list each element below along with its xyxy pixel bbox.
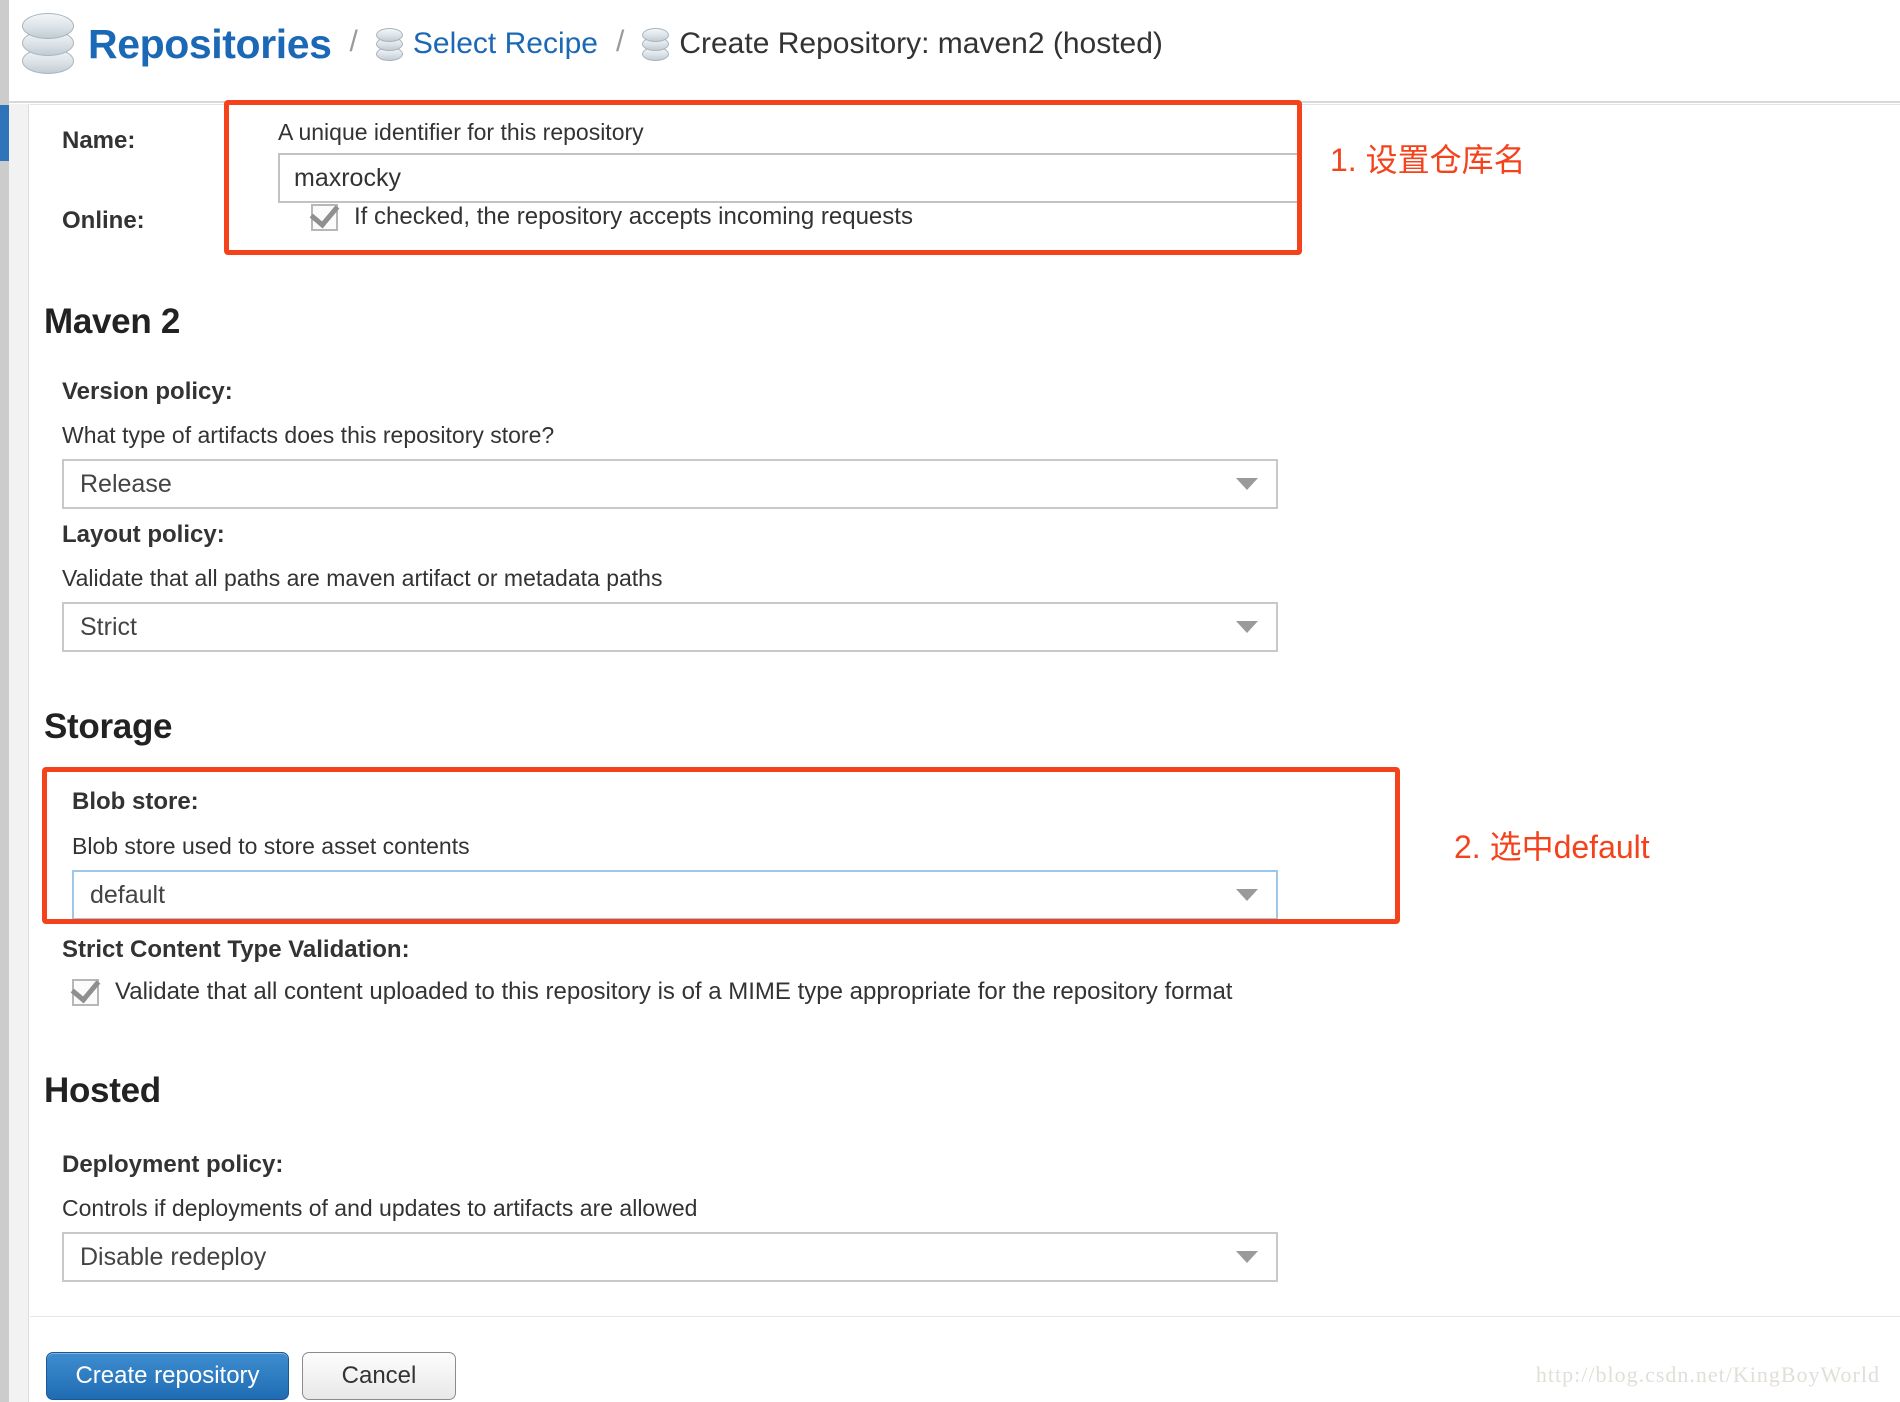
section-title-hosted: Hosted bbox=[44, 1071, 161, 1110]
strict-content-type-label: Strict Content Type Validation: bbox=[62, 936, 410, 963]
version-policy-value: Release bbox=[80, 469, 172, 498]
blob-store-value: default bbox=[90, 880, 166, 909]
online-row-label: Online: bbox=[62, 207, 145, 234]
breadcrumb-header: Repositories / Select Recipe / Create Re… bbox=[0, 0, 1900, 88]
layout-policy-label: Layout policy: bbox=[62, 521, 225, 548]
annotation-label-2: 2. 选中default bbox=[1454, 829, 1650, 865]
version-policy-label: Version policy: bbox=[62, 378, 233, 405]
watermark: http://blog.csdn.net/KingBoyWorld bbox=[1535, 1362, 1880, 1387]
breadcrumb-separator-1: / bbox=[349, 25, 358, 58]
breadcrumb-item-select-recipe[interactable]: Select Recipe bbox=[413, 27, 598, 61]
layout-policy-select[interactable]: Strict bbox=[62, 602, 1278, 652]
section-title-maven2: Maven 2 bbox=[44, 302, 181, 341]
app-screen: Repositories / Select Recipe / Create Re… bbox=[0, 0, 1900, 1402]
repository-form: Name: A unique identifier for this repos… bbox=[30, 105, 1900, 1402]
version-policy-help: What type of artifacts does this reposit… bbox=[62, 422, 555, 448]
breadcrumb: Repositories / Select Recipe / Create Re… bbox=[22, 13, 1163, 75]
check-icon bbox=[70, 972, 101, 1003]
chevron-down-icon bbox=[1236, 889, 1258, 901]
sidebar-strip bbox=[9, 104, 29, 1402]
blob-store-label: Blob store: bbox=[72, 788, 199, 815]
online-checkbox[interactable] bbox=[309, 197, 340, 231]
repository-name-input[interactable] bbox=[278, 153, 1302, 203]
page-scrollbar-track[interactable] bbox=[0, 0, 9, 1402]
deployment-policy-help: Controls if deployments of and updates t… bbox=[62, 1195, 698, 1221]
strict-content-type-checkbox-row[interactable]: Validate that all content uploaded to th… bbox=[70, 972, 1233, 1006]
footer-divider bbox=[30, 1316, 1900, 1317]
chevron-down-icon bbox=[1236, 621, 1258, 633]
database-icon bbox=[642, 27, 670, 61]
blob-store-select[interactable]: default bbox=[72, 870, 1278, 920]
database-icon bbox=[22, 13, 74, 75]
deployment-policy-value: Disable redeploy bbox=[80, 1242, 267, 1271]
page-scrollbar-thumb[interactable] bbox=[0, 105, 9, 161]
layout-policy-value: Strict bbox=[80, 612, 137, 641]
deployment-policy-label: Deployment policy: bbox=[62, 1151, 284, 1178]
create-repository-button[interactable]: Create repository bbox=[46, 1352, 289, 1400]
name-row-label: Name: bbox=[62, 127, 136, 154]
header-divider bbox=[8, 101, 1900, 103]
strict-content-type-checkbox[interactable] bbox=[70, 972, 101, 1006]
breadcrumb-separator-2: / bbox=[616, 25, 625, 58]
name-helper-text: A unique identifier for this repository bbox=[278, 119, 644, 145]
online-checkbox-row[interactable]: If checked, the repository accepts incom… bbox=[309, 197, 913, 231]
blob-store-help: Blob store used to store asset contents bbox=[72, 833, 470, 859]
strict-content-type-checkbox-label: Validate that all content uploaded to th… bbox=[115, 978, 1233, 1005]
deployment-policy-select[interactable]: Disable redeploy bbox=[62, 1232, 1278, 1282]
breadcrumb-item-create-repository: Create Repository: maven2 (hosted) bbox=[679, 27, 1163, 60]
page-title[interactable]: Repositories bbox=[88, 21, 332, 68]
layout-policy-help: Validate that all paths are maven artifa… bbox=[62, 565, 663, 591]
online-checkbox-label: If checked, the repository accepts incom… bbox=[354, 203, 913, 230]
section-title-storage: Storage bbox=[44, 707, 173, 746]
version-policy-select[interactable]: Release bbox=[62, 459, 1278, 509]
chevron-down-icon bbox=[1236, 1251, 1258, 1263]
database-icon bbox=[375, 27, 403, 61]
cancel-button[interactable]: Cancel bbox=[302, 1352, 456, 1400]
annotation-label-1: 1. 设置仓库名 bbox=[1330, 142, 1526, 178]
chevron-down-icon bbox=[1236, 478, 1258, 490]
